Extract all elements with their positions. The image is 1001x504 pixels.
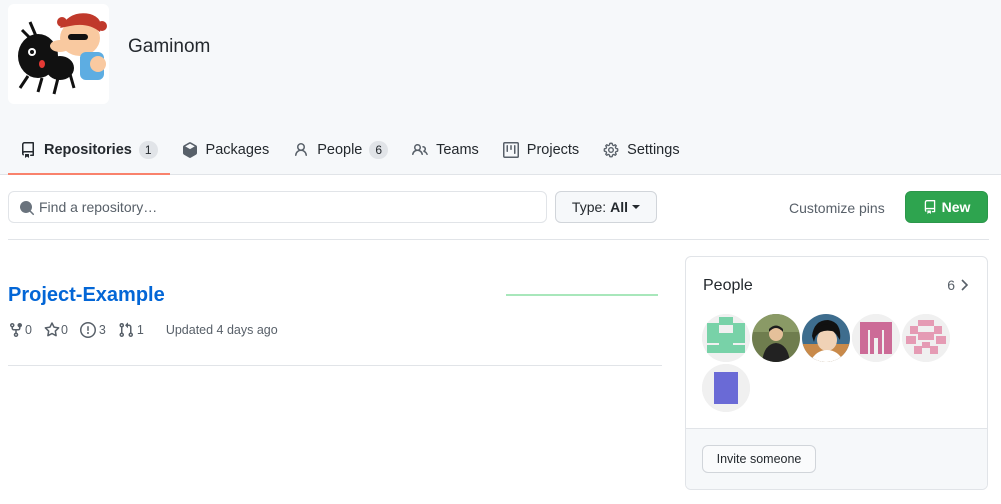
customize-pins-link[interactable]: Customize pins (789, 200, 885, 216)
avatar[interactable] (802, 314, 850, 362)
repo-meta: 0 0 3 1 Updated 4 days ago (8, 322, 278, 338)
tab-teams-label: Teams (436, 141, 479, 158)
avatar[interactable] (902, 314, 950, 362)
type-filter-label: Type: (571, 199, 607, 215)
toolbar-divider (8, 239, 989, 240)
person-icon (293, 142, 309, 158)
avatar[interactable] (702, 364, 750, 412)
tab-people[interactable]: People 6 (281, 126, 400, 175)
invite-someone-button[interactable]: Invite someone (702, 445, 816, 473)
search-icon (20, 201, 35, 216)
tab-settings[interactable]: Settings (591, 126, 691, 175)
tab-settings-label: Settings (627, 141, 680, 158)
repo-pulls-count: 1 (136, 323, 144, 337)
repo-issues[interactable]: 3 (79, 322, 106, 338)
repo-issues-count: 3 (98, 323, 106, 337)
org-name: Gaminom (128, 36, 211, 57)
repo-stars[interactable]: 0 (44, 322, 68, 338)
people-sidebar-box: People 6 Invite someone (685, 256, 988, 490)
repo-stars-count: 0 (60, 323, 68, 337)
repo-pulls[interactable]: 1 (118, 322, 144, 338)
repo-icon (20, 141, 36, 158)
avatar[interactable] (702, 314, 750, 362)
pull-request-icon (119, 322, 133, 338)
tab-packages-label: Packages (205, 141, 270, 158)
package-icon (182, 141, 198, 158)
tab-teams[interactable]: Teams (400, 126, 491, 175)
repo-icon (924, 200, 935, 214)
org-nav-tabs: Repositories 1 Packages People 6 Teams P… (8, 126, 692, 175)
people-icon (412, 142, 428, 158)
ant-cartoon-avatar-icon (18, 13, 107, 95)
project-icon (502, 141, 519, 158)
repo-name-link[interactable]: Project-Example (8, 284, 165, 307)
repo-forks-count: 0 (25, 323, 32, 337)
repo-updated: Updated 4 days ago (165, 323, 278, 337)
list-item: Project-Example 0 0 3 1 Updated 4 days a… (8, 258, 662, 366)
star-icon (44, 322, 60, 337)
tab-projects-label: Projects (526, 141, 580, 158)
new-repo-label: New (941, 199, 971, 215)
avatar[interactable] (752, 314, 800, 362)
org-avatar (8, 4, 109, 104)
tab-repositories-count: 1 (138, 140, 158, 159)
people-box-count: 6 (947, 277, 955, 293)
tab-repositories-label: Repositories (44, 141, 132, 158)
repo-forks[interactable]: 0 (8, 322, 32, 338)
chevron-right-icon[interactable] (959, 278, 971, 292)
fork-icon (10, 323, 22, 338)
tab-repositories[interactable]: Repositories 1 (8, 126, 170, 175)
tab-projects[interactable]: Projects (491, 126, 591, 175)
gear-icon (603, 142, 619, 158)
tab-packages[interactable]: Packages (170, 126, 282, 175)
type-filter-value: All (610, 199, 629, 215)
new-repo-button[interactable]: New (905, 191, 988, 223)
repo-search-input[interactable] (39, 192, 539, 222)
issue-icon (79, 322, 96, 338)
type-filter-button[interactable]: Type: All (555, 191, 657, 223)
tab-people-label: People (317, 141, 363, 158)
tab-people-count: 6 (369, 140, 389, 159)
people-box-title[interactable]: People (703, 277, 753, 295)
avatar[interactable] (852, 314, 900, 362)
repo-search (8, 191, 547, 223)
people-box-footer: Invite someone (686, 428, 987, 489)
org-header: Gaminom Repositories 1 Packages People 6 (0, 0, 1001, 175)
chevron-down-icon (632, 205, 641, 209)
activity-sparkline (506, 294, 658, 296)
